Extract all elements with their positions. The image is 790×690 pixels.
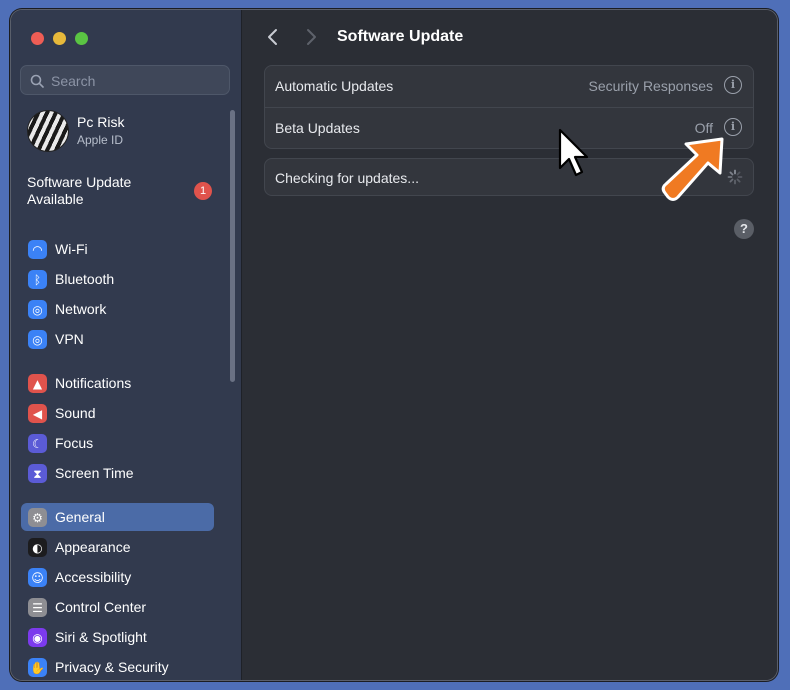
sidebar-scrollbar[interactable] (230, 110, 235, 382)
forward-chevron-icon[interactable] (302, 27, 320, 47)
appearance-icon: ◐ (28, 538, 47, 557)
sidebar-item-control-center[interactable]: ☰ Control Center (21, 593, 214, 621)
globe-icon: ◎ (28, 330, 47, 349)
back-chevron-icon[interactable] (264, 27, 282, 47)
automatic-updates-label: Automatic Updates (275, 78, 394, 94)
settings-window: Pc Risk Apple ID Software Update Availab… (10, 9, 778, 681)
sidebar-item-network[interactable]: ◎ Network (21, 295, 214, 323)
sidebar-item-label: Bluetooth (55, 271, 115, 287)
sidebar-item-label: Appearance (55, 539, 131, 555)
sidebar-item-label: Sound (55, 405, 96, 421)
moon-icon: ☾ (28, 434, 47, 453)
sidebar-item-label: VPN (55, 331, 84, 347)
automatic-updates-info-icon[interactable]: i (724, 76, 742, 94)
automatic-updates-row[interactable]: Automatic Updates Security Responses i (265, 66, 753, 108)
toggles-icon: ☰ (28, 598, 47, 617)
search-icon (30, 74, 44, 88)
sidebar-item-siri-spotlight[interactable]: ◉ Siri & Spotlight (21, 623, 214, 651)
page-title: Software Update (337, 28, 464, 45)
apple-id-profile[interactable]: Pc Risk Apple ID (27, 110, 227, 152)
sidebar-item-wi-fi[interactable]: ◠ Wi-Fi (21, 235, 214, 263)
sidebar-item-label: Notifications (55, 375, 132, 391)
minimize-window-button[interactable] (53, 32, 66, 45)
sidebar: Pc Risk Apple ID Software Update Availab… (11, 10, 242, 680)
profile-subtitle: Apple ID (77, 133, 124, 147)
sidebar-item-label: General (55, 509, 105, 525)
checking-status-text: Checking for updates... (275, 170, 419, 186)
wifi-icon: ◠ (28, 240, 47, 259)
search-field[interactable] (20, 65, 230, 95)
software-update-label: Software Update (27, 174, 132, 190)
orange-pointer-arrow-icon (661, 137, 724, 201)
sidebar-item-label: Accessibility (55, 569, 132, 585)
profile-name: Pc Risk (77, 114, 125, 130)
search-input[interactable] (49, 69, 223, 93)
main-pane: Software Update Automatic Updates Securi… (242, 10, 777, 680)
automatic-updates-value: Security Responses (588, 78, 713, 94)
sidebar-item-label: Focus (55, 435, 94, 451)
sidebar-item-sound[interactable]: ◀ Sound (21, 399, 214, 427)
sidebar-item-focus[interactable]: ☾ Focus (21, 429, 214, 457)
sidebar-item-label: Screen Time (55, 465, 134, 481)
update-count-badge: 1 (194, 182, 212, 200)
hand-icon: ✋ (28, 658, 47, 677)
window-controls (31, 32, 88, 45)
sidebar-item-screen-time[interactable]: ⧗ Screen Time (21, 459, 214, 487)
software-update-available-label: Available (27, 191, 84, 207)
sidebar-item-label: Network (55, 301, 107, 317)
globe-icon: ◎ (28, 300, 47, 319)
mouse-pointer-icon (558, 128, 589, 177)
sidebar-item-appearance[interactable]: ◐ Appearance (21, 533, 214, 561)
sidebar-item-label: Siri & Spotlight (55, 629, 147, 645)
sidebar-item-notifications[interactable]: ▲ Notifications (21, 369, 214, 397)
accessibility-icon: ☺ (28, 568, 47, 587)
speaker-icon: ◀ (28, 404, 47, 423)
sidebar-item-label: Privacy & Security (55, 659, 169, 675)
avatar (27, 110, 69, 152)
sidebar-item-label: Control Center (55, 599, 147, 615)
sidebar-item-privacy-security[interactable]: ✋ Privacy & Security (21, 653, 214, 680)
beta-updates-label: Beta Updates (275, 120, 360, 136)
sidebar-item-accessibility[interactable]: ☺ Accessibility (21, 563, 214, 591)
gear-icon: ⚙ (28, 508, 47, 527)
bell-icon: ▲ (28, 374, 47, 393)
hourglass-icon: ⧗ (28, 464, 47, 483)
sidebar-item-label: Wi-Fi (55, 241, 88, 257)
software-update-available-item[interactable]: Software Update Available 1 (27, 174, 212, 214)
sidebar-item-general[interactable]: ⚙ General (21, 503, 214, 531)
siri-icon: ◉ (28, 628, 47, 647)
bluetooth-icon: ᛒ (28, 270, 47, 289)
help-button[interactable]: ? (734, 219, 754, 239)
close-window-button[interactable] (31, 32, 44, 45)
sidebar-item-bluetooth[interactable]: ᛒ Bluetooth (21, 265, 214, 293)
zoom-window-button[interactable] (75, 32, 88, 45)
sidebar-item-vpn[interactable]: ◎ VPN (21, 325, 214, 353)
